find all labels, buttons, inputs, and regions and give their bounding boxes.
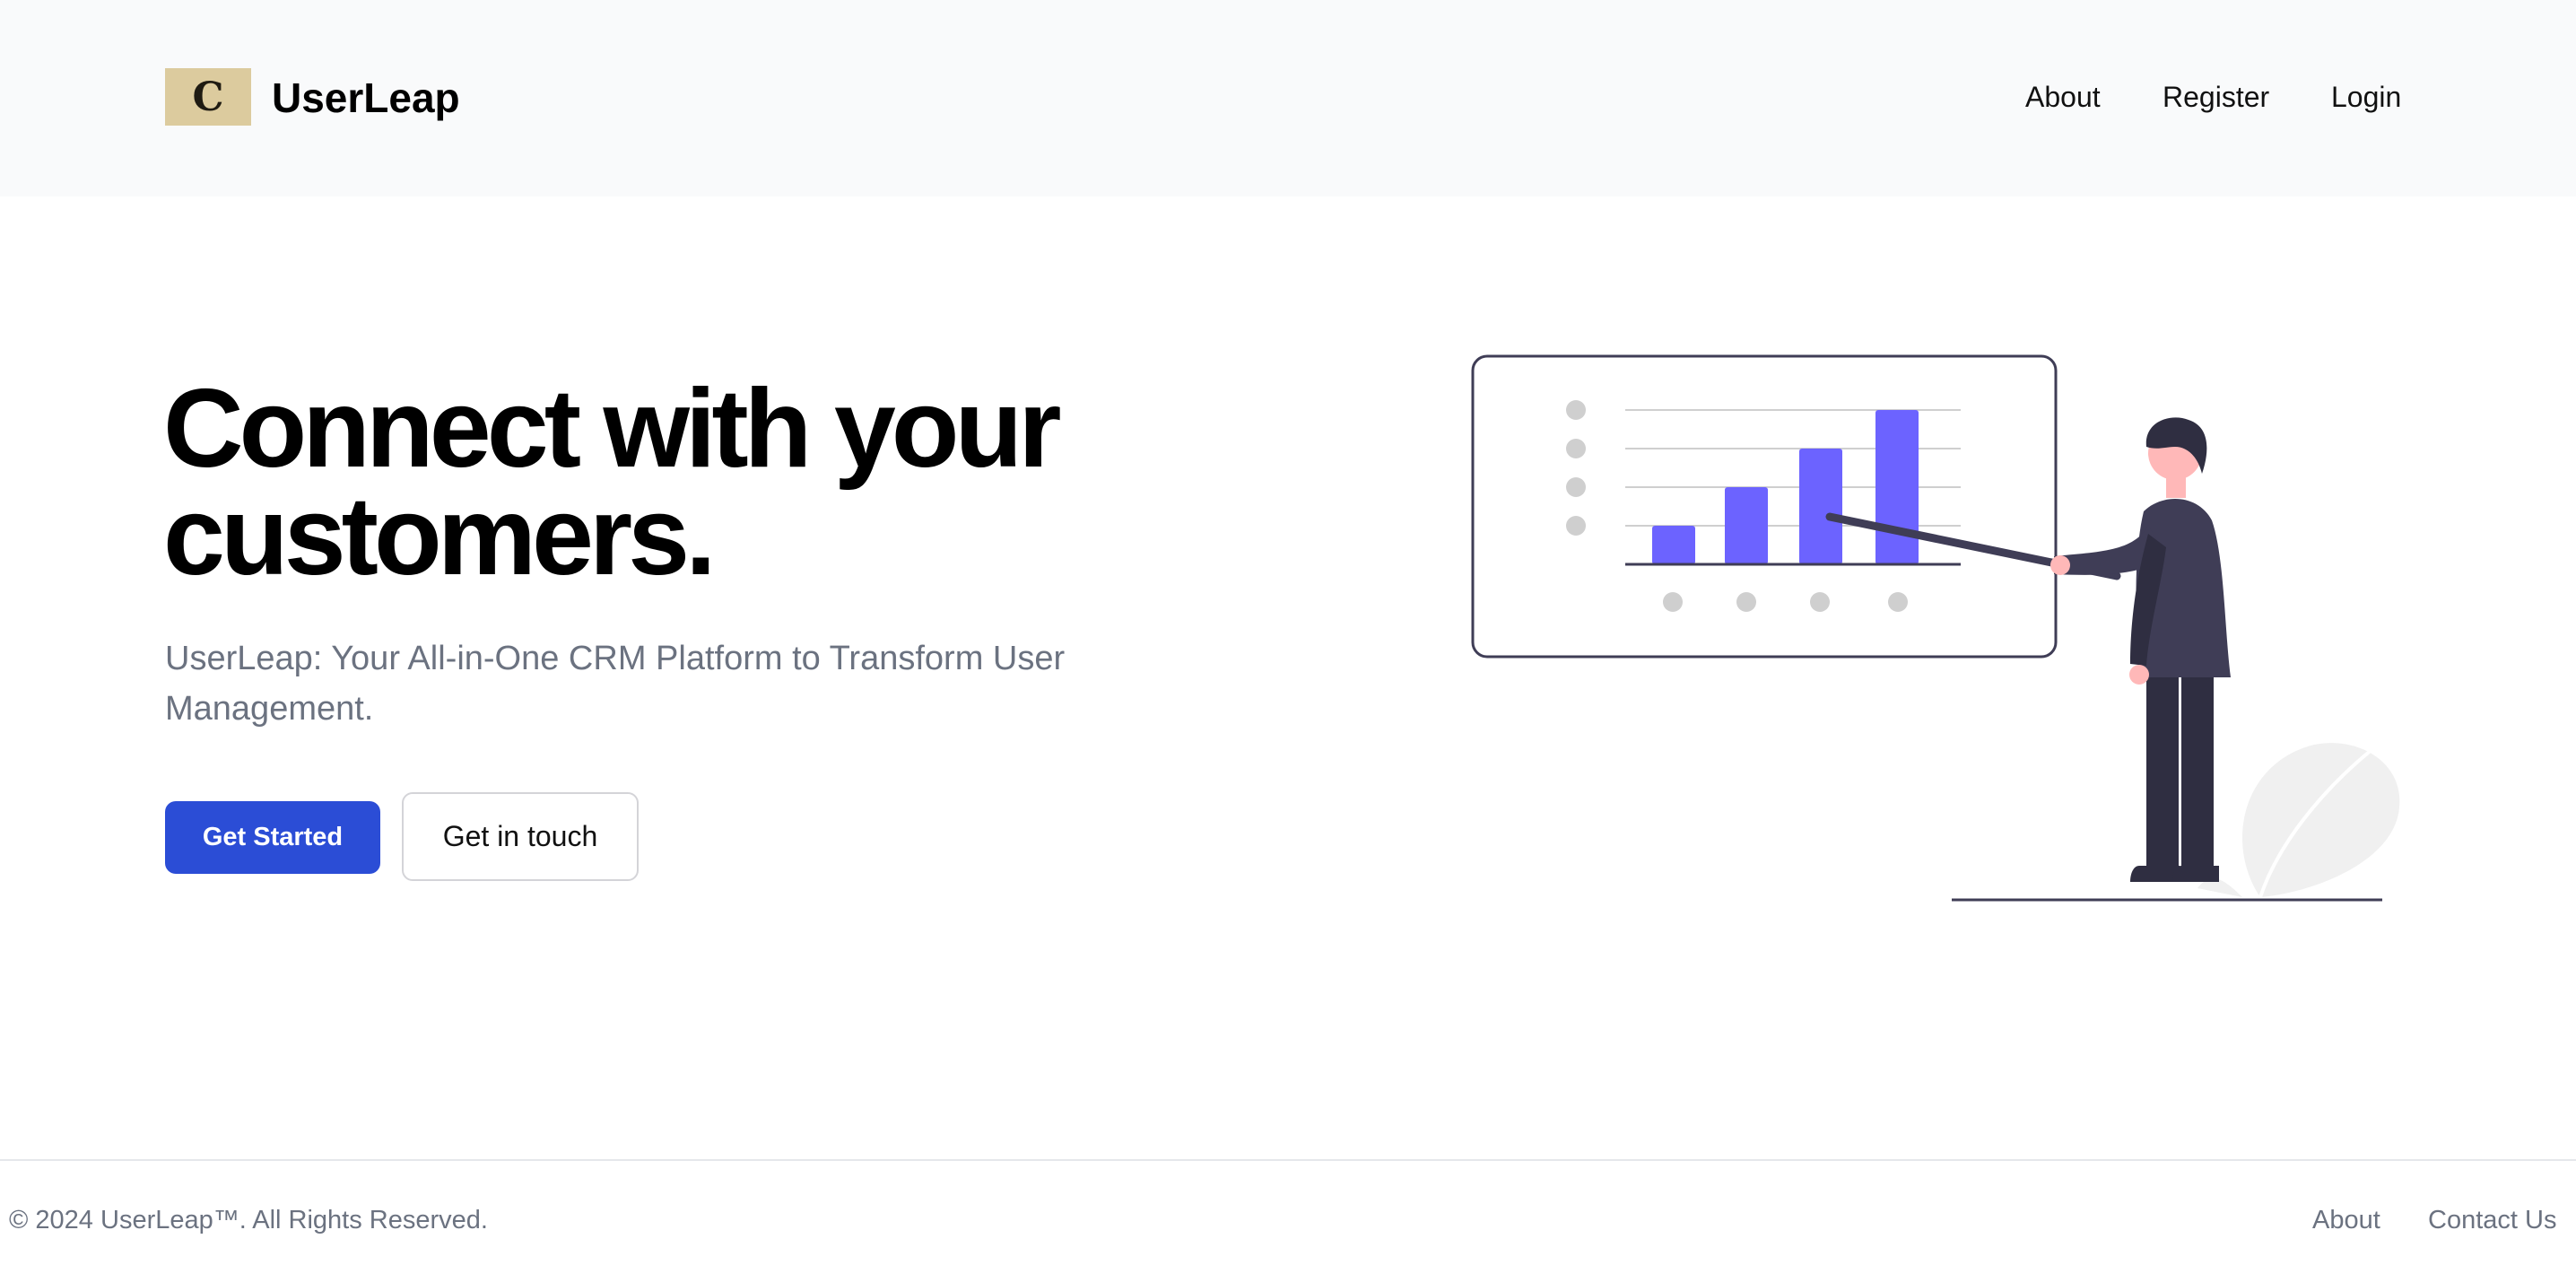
get-started-button[interactable]: Get Started — [165, 801, 380, 874]
hero-title-line2: customers. — [163, 475, 717, 598]
presentation-chart-illustration — [1471, 354, 2400, 902]
board-bar-3 — [1799, 449, 1842, 564]
logo-icon: C — [192, 74, 224, 120]
hero-subtitle: UserLeap: Your All-in-One CRM Platform t… — [165, 640, 1066, 728]
nav-login[interactable]: Login — [2331, 77, 2401, 117]
footer-copyright: © 2024 UserLeap™. All Rights Reserved. — [9, 1206, 488, 1234]
brand-name[interactable]: UserLeap — [272, 70, 460, 126]
board-bar-2 — [1725, 487, 1768, 564]
nav-register[interactable]: Register — [2163, 77, 2269, 117]
footer-link-about[interactable]: About — [2312, 1206, 2380, 1235]
footer-link-contact[interactable]: Contact Us — [2428, 1206, 2556, 1235]
board-bar-1 — [1652, 526, 1695, 564]
hero-title-line1: Connect with your — [163, 367, 1062, 491]
get-in-touch-button[interactable]: Get in touch — [402, 792, 639, 881]
nav-about[interactable]: About — [2025, 77, 2101, 117]
logo[interactable]: C — [165, 68, 251, 126]
plant-leaf — [2197, 743, 2400, 898]
hero-title: Connect with your customers. — [163, 373, 1240, 592]
board-bar-4 — [1875, 410, 1919, 564]
site-footer: © 2024 UserLeap™. All Rights Reserved. A… — [0, 1159, 2576, 1265]
site-header: C UserLeap About Register Login — [0, 0, 2576, 196]
